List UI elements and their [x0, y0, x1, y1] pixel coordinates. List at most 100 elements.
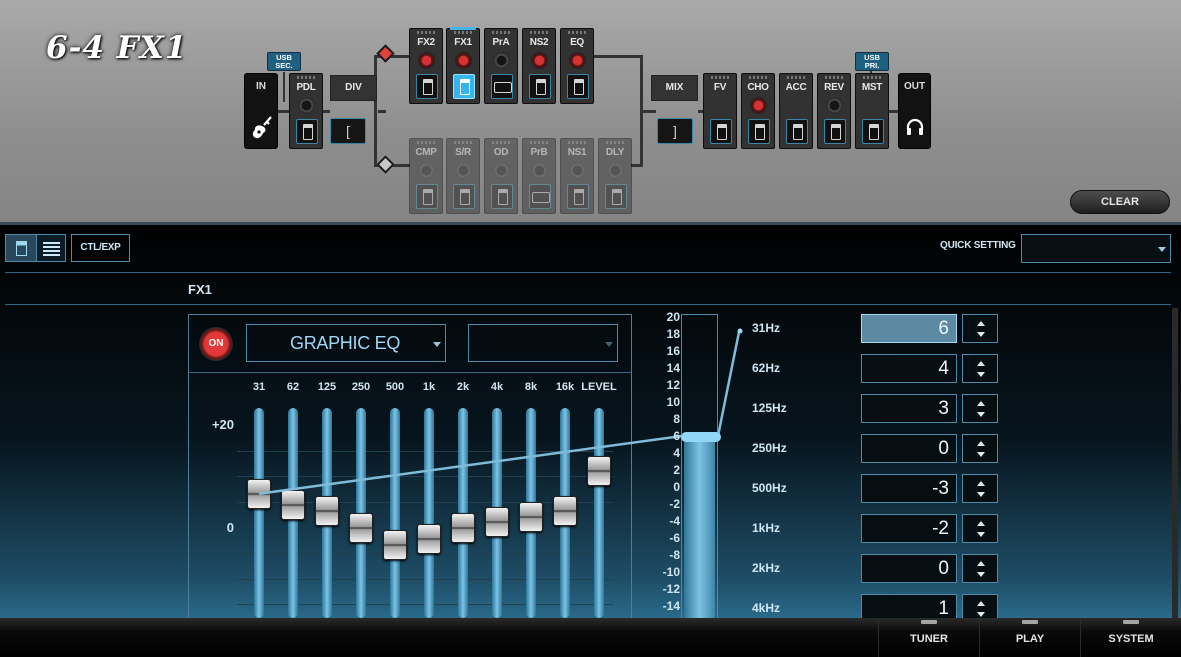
- block-fx1[interactable]: FX1: [446, 27, 480, 104]
- split-diamond-top[interactable]: [376, 44, 395, 63]
- scale-label: 10: [666, 395, 680, 409]
- block-ns2[interactable]: NS2: [522, 28, 556, 104]
- block-pra[interactable]: PrA: [484, 28, 518, 104]
- band-fader-1k[interactable]: [417, 524, 441, 555]
- band-slider-track[interactable]: [424, 408, 434, 618]
- block-pdl[interactable]: PDL: [289, 73, 323, 149]
- tuner-button[interactable]: TUNER: [878, 618, 979, 657]
- effect-on-button[interactable]: ON: [199, 327, 233, 361]
- chevron-up-icon[interactable]: [977, 601, 985, 606]
- block-eq[interactable]: EQ: [560, 28, 594, 104]
- block-dly[interactable]: DLY: [598, 138, 632, 214]
- effect-type-select[interactable]: GRAPHIC EQ: [246, 324, 446, 362]
- param-value-field[interactable]: 0: [861, 554, 957, 583]
- block-acc[interactable]: ACC: [779, 73, 813, 149]
- scale-label: 14: [666, 361, 680, 375]
- chevron-up-icon[interactable]: [977, 561, 985, 566]
- chain-line: [642, 110, 656, 113]
- block-sr[interactable]: S/R: [446, 138, 480, 214]
- chevron-down-icon[interactable]: [977, 332, 985, 337]
- param-stepper[interactable]: [962, 514, 998, 543]
- play-button[interactable]: PLAY: [979, 618, 1080, 657]
- param-value-field[interactable]: 4: [861, 354, 957, 383]
- param-stepper[interactable]: [962, 354, 998, 383]
- scrollbar[interactable]: [1172, 308, 1178, 618]
- param-value-field[interactable]: -3: [861, 474, 957, 503]
- block-mst[interactable]: MST: [855, 73, 889, 149]
- chevron-up-icon[interactable]: [977, 321, 985, 326]
- block-od[interactable]: OD: [484, 138, 518, 214]
- band-fader-2k[interactable]: [451, 513, 475, 543]
- chevron-down-icon[interactable]: [977, 492, 985, 497]
- band-fader-4k[interactable]: [485, 507, 509, 538]
- block-fv[interactable]: FV: [703, 73, 737, 149]
- chain-line: [283, 72, 285, 102]
- band-fader-125[interactable]: [315, 495, 339, 526]
- param-value-field[interactable]: 0: [861, 434, 957, 463]
- band-fader-62[interactable]: [281, 490, 305, 521]
- band-fader-8k[interactable]: [519, 501, 543, 532]
- chevron-down-icon[interactable]: [977, 532, 985, 537]
- view-list-toggle[interactable]: [36, 234, 66, 262]
- band-slider-track[interactable]: [390, 408, 400, 618]
- param-value-field[interactable]: 6: [861, 314, 957, 343]
- effect-type-value: GRAPHIC EQ: [290, 333, 401, 353]
- param-label: 2kHz: [752, 561, 781, 575]
- chevron-up-icon[interactable]: [977, 401, 985, 406]
- split-diamond-bottom[interactable]: [376, 155, 395, 174]
- block-cho[interactable]: CHO: [741, 73, 775, 149]
- param-stepper[interactable]: [962, 474, 998, 503]
- system-button[interactable]: SYSTEM: [1080, 618, 1181, 657]
- knob-icon: [455, 52, 472, 69]
- chevron-up-icon[interactable]: [977, 521, 985, 526]
- chevron-down-icon[interactable]: [977, 572, 985, 577]
- tuner-label: TUNER: [910, 633, 948, 645]
- chevron-down-icon[interactable]: [977, 412, 985, 417]
- param-label: 1kHz: [752, 521, 781, 535]
- param-stepper[interactable]: [962, 434, 998, 463]
- output-block[interactable]: OUT: [898, 73, 931, 149]
- param-stepper[interactable]: [962, 394, 998, 423]
- divider-label[interactable]: DIV: [330, 75, 377, 101]
- band-fader-250[interactable]: [349, 513, 373, 543]
- band-fader-31[interactable]: [247, 478, 271, 509]
- quick-setting-select[interactable]: [1021, 234, 1171, 263]
- variation-select[interactable]: [468, 324, 618, 362]
- block-rev[interactable]: REV: [817, 73, 851, 149]
- band-slider-track[interactable]: [254, 408, 264, 618]
- level-slider-thumb[interactable]: [681, 432, 721, 442]
- chevron-up-icon[interactable]: [977, 361, 985, 366]
- pedal-switch-icon: [710, 119, 732, 144]
- chevron-up-icon[interactable]: [977, 441, 985, 446]
- block-ns1[interactable]: NS1: [560, 138, 594, 214]
- param-value-field[interactable]: 3: [861, 394, 957, 423]
- band-slider-track[interactable]: [594, 408, 604, 618]
- chevron-up-icon[interactable]: [977, 481, 985, 486]
- block-fx2[interactable]: FX2: [409, 28, 443, 104]
- param-stepper[interactable]: [962, 554, 998, 583]
- chevron-down-icon: [605, 342, 613, 347]
- band-fader-level[interactable]: [587, 456, 611, 486]
- input-block[interactable]: IN: [244, 73, 278, 149]
- chevron-down-icon[interactable]: [977, 612, 985, 617]
- list-icon: [43, 242, 60, 256]
- band-fader-500[interactable]: [383, 530, 407, 561]
- block-label: S/R: [455, 147, 471, 158]
- headphones-icon: [906, 118, 924, 135]
- chevron-down-icon[interactable]: [977, 372, 985, 377]
- view-simple-toggle[interactable]: [5, 234, 37, 262]
- chevron-down-icon[interactable]: [977, 452, 985, 457]
- block-label: REV: [824, 82, 844, 93]
- param-stepper[interactable]: [962, 314, 998, 343]
- mixer-button[interactable]: ]: [657, 118, 693, 144]
- block-prb[interactable]: PrB: [522, 138, 556, 214]
- mixer-label[interactable]: MIX: [651, 75, 698, 101]
- divider-button[interactable]: [: [330, 118, 366, 144]
- block-cmp[interactable]: CMP: [409, 138, 443, 214]
- param-value-field[interactable]: -2: [861, 514, 957, 543]
- chain-line: [322, 110, 330, 113]
- amp-icon: [491, 74, 513, 99]
- band-fader-16k[interactable]: [553, 495, 577, 526]
- ctl-exp-button[interactable]: CTL/EXP: [71, 234, 130, 262]
- clear-button[interactable]: CLEAR: [1070, 190, 1170, 214]
